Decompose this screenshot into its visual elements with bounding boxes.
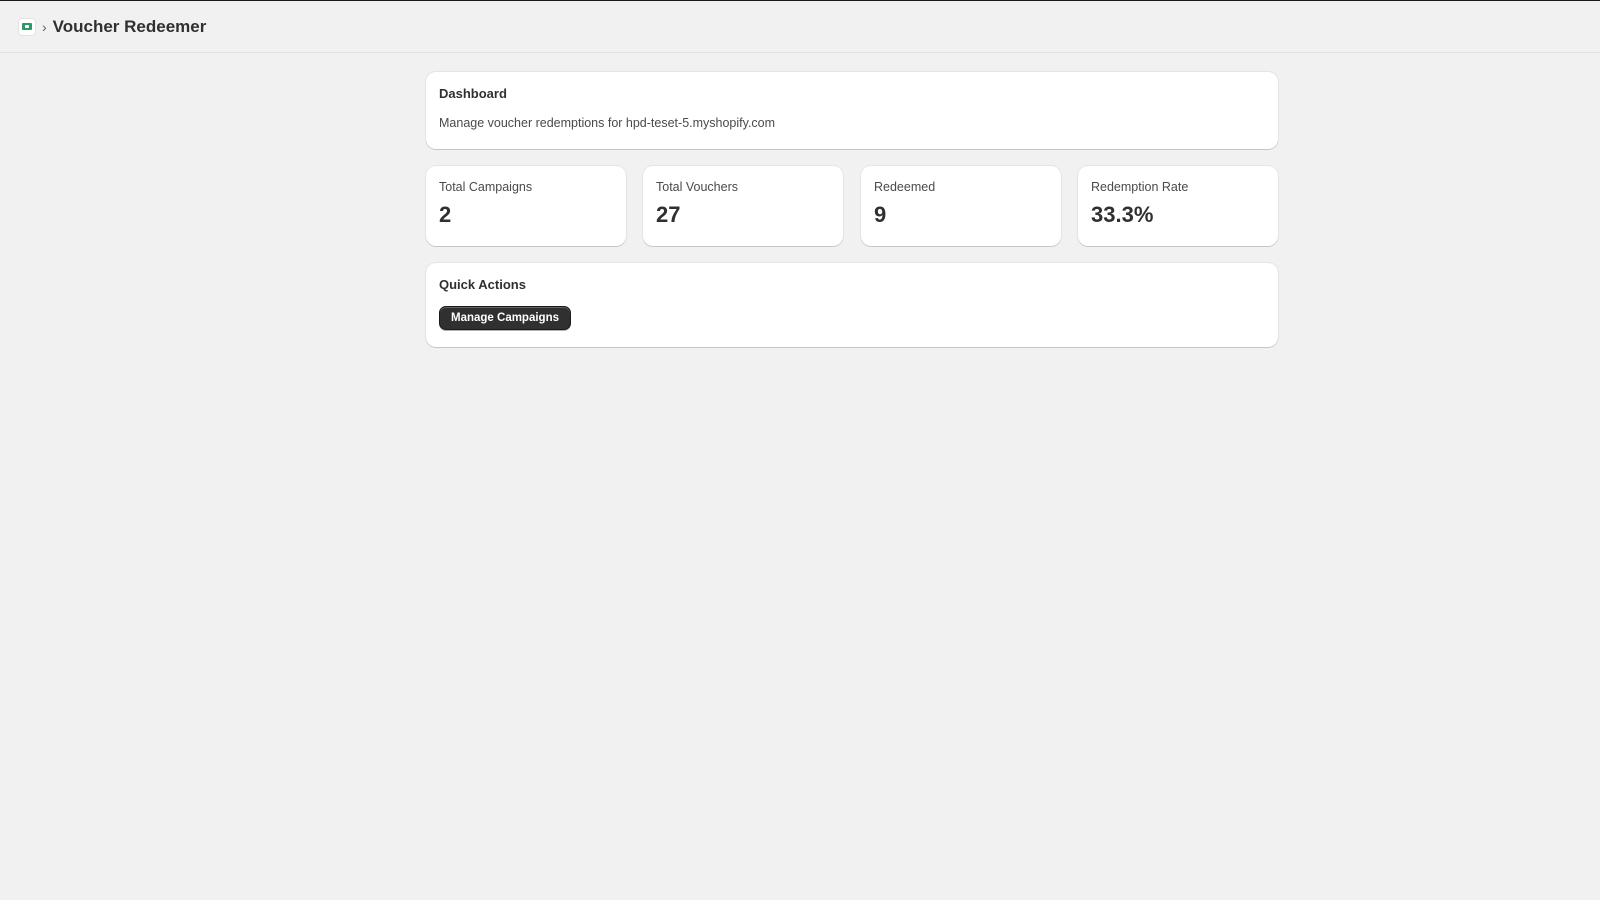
stat-label: Redemption Rate [1091,180,1189,194]
stat-card-total-vouchers: Total Vouchers 27 [643,166,843,246]
stat-value: 2 [439,202,452,227]
quick-actions-title: Quick Actions [439,277,526,292]
quick-actions-card: Quick Actions Manage Campaigns [426,263,1278,347]
dashboard-title: Dashboard [439,86,507,101]
voucher-ticket-icon[interactable] [18,17,36,36]
breadcrumb-chevron-icon: › [42,18,47,35]
dashboard-card: Dashboard Manage voucher redemptions for… [426,72,1278,149]
app-header: › Voucher Redeemer [0,1,1600,53]
stat-value: 27 [656,202,681,227]
stat-label: Total Campaigns [439,180,533,194]
stat-value: 9 [874,202,887,227]
stat-card-redeemed: Redeemed 9 [861,166,1061,246]
app-title: Voucher Redeemer [52,16,207,36]
stat-value: 33.3% [1091,202,1154,227]
dashboard-description: Manage voucher redemptions for hpd-teset… [439,116,776,130]
stat-card-redemption-rate: Redemption Rate 33.3% [1078,166,1278,246]
stat-label: Total Vouchers [656,180,738,194]
manage-campaigns-button[interactable]: Manage Campaigns [439,306,571,330]
stat-label: Redeemed [874,180,936,194]
stat-card-total-campaigns: Total Campaigns 2 [426,166,626,246]
